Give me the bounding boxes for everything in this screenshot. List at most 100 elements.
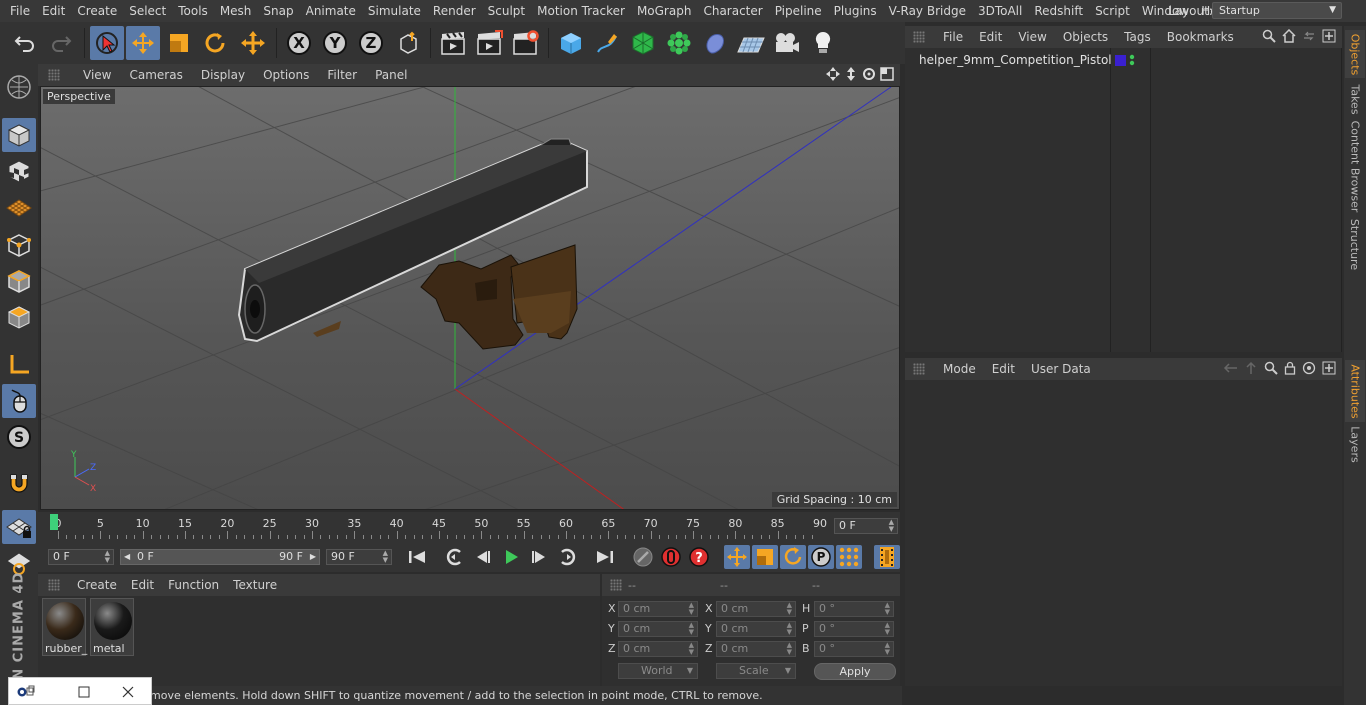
viewport-menu-panel[interactable]: Panel [366, 68, 416, 82]
menu-vray-bridge[interactable]: V-Ray Bridge [883, 0, 972, 22]
menu-animate[interactable]: Animate [300, 0, 362, 22]
object-menu-view[interactable]: View [1010, 30, 1054, 44]
stepper-icon[interactable]: ▲ ▼ [885, 642, 890, 656]
size-mode-dropdown[interactable]: Scale ▼ [716, 663, 796, 679]
new-panel-icon[interactable] [1322, 361, 1336, 375]
rotation-b-field[interactable]: 0 ° ▲ ▼ [814, 641, 894, 657]
current-frame-field[interactable]: 0 F ▲ ▼ [834, 518, 898, 534]
go-to-next-key-button[interactable] [554, 545, 580, 569]
viewport-menu-options[interactable]: Options [254, 68, 318, 82]
tab-attributes[interactable]: Attributes [1345, 360, 1365, 422]
perspective-viewport[interactable]: Y Z X Perspective Grid Spacing : 10 cm [40, 86, 900, 510]
menu-file[interactable]: File [4, 0, 36, 22]
object-menu-bookmarks[interactable]: Bookmarks [1159, 30, 1242, 44]
rotation-p-field[interactable]: 0 ° ▲ ▼ [814, 621, 894, 637]
rotation-h-field[interactable]: 0 ° ▲ ▼ [814, 601, 894, 617]
edges-mode-button[interactable] [2, 264, 36, 298]
stepper-icon[interactable]: ▲ ▼ [689, 642, 694, 656]
key-rotation-button[interactable] [780, 545, 806, 569]
stepper-icon[interactable]: ▲ ▼ [383, 550, 388, 564]
tab-layers[interactable]: Layers [1345, 424, 1365, 464]
menu-character[interactable]: Character [697, 0, 768, 22]
maximize-view-icon[interactable] [880, 67, 894, 81]
camera-button[interactable] [770, 26, 804, 60]
rotate-view-icon[interactable] [862, 67, 876, 81]
position-z-field[interactable]: 0 cm ▲ ▼ [618, 641, 698, 657]
panel-grip-icon[interactable] [913, 363, 925, 375]
object-menu-file[interactable]: File [935, 30, 971, 44]
position-y-field[interactable]: 0 cm ▲ ▼ [618, 621, 698, 637]
stepper-icon[interactable]: ▲ ▼ [889, 519, 894, 533]
z-axis-lock-button[interactable]: Z [354, 26, 388, 60]
viewport-menu-view[interactable]: View [74, 68, 120, 82]
tab-content-browser[interactable]: Content Browser [1345, 120, 1365, 212]
new-panel-icon[interactable] [1322, 29, 1336, 43]
make-editable-button[interactable] [2, 70, 36, 104]
undo-button[interactable] [8, 26, 42, 60]
start-frame-field[interactable]: 0 F ▲ ▼ [48, 549, 114, 565]
material-swatch-rubber[interactable]: rubber_ [42, 598, 87, 656]
viewport-menu-cameras[interactable]: Cameras [120, 68, 191, 82]
material-menu-function[interactable]: Function [161, 578, 226, 592]
size-x-field[interactable]: 0 cm ▲ ▼ [716, 601, 796, 617]
stepper-icon[interactable]: ▲ ▼ [885, 602, 890, 616]
back-arrow-icon[interactable] [1222, 361, 1238, 375]
x-axis-lock-button[interactable]: X [282, 26, 316, 60]
maximize-button[interactable] [75, 683, 93, 701]
menu-redshift[interactable]: Redshift [1028, 0, 1089, 22]
cube-primitive-button[interactable] [554, 26, 588, 60]
search-icon[interactable] [1262, 29, 1276, 43]
key-scale-button[interactable] [752, 545, 778, 569]
points-mode-button[interactable] [2, 228, 36, 262]
render-view-button[interactable] [436, 26, 470, 60]
preview-range-slider[interactable]: ◀ 0 F 90 F ▶ [120, 549, 320, 565]
menu-mograph[interactable]: MoGraph [631, 0, 698, 22]
axis-mode-button[interactable] [2, 348, 36, 382]
attribute-menu-edit[interactable]: Edit [984, 362, 1023, 376]
size-y-field[interactable]: 0 cm ▲ ▼ [716, 621, 796, 637]
autokeying-button[interactable] [658, 545, 684, 569]
menu-plugins[interactable]: Plugins [828, 0, 883, 22]
tab-takes[interactable]: Takes [1345, 80, 1365, 118]
menu-render[interactable]: Render [427, 0, 482, 22]
close-button[interactable] [119, 683, 137, 701]
go-to-start-button[interactable] [404, 545, 430, 569]
workplane-mode-button[interactable] [2, 190, 36, 224]
panel-grip-icon[interactable] [610, 579, 622, 591]
polygons-mode-button[interactable] [2, 300, 36, 334]
target-icon[interactable] [1302, 361, 1316, 375]
go-to-previous-key-button[interactable] [442, 545, 468, 569]
pan-view-icon[interactable] [826, 67, 840, 81]
end-frame-field[interactable]: 90 F ▲ ▼ [326, 549, 392, 565]
attribute-menu-user-data[interactable]: User Data [1023, 362, 1099, 376]
stepper-icon[interactable]: ▲ ▼ [105, 550, 110, 564]
home-icon[interactable] [1282, 29, 1296, 43]
render-settings-button[interactable] [508, 26, 542, 60]
up-arrow-icon[interactable] [1244, 361, 1258, 375]
play-forward-button[interactable] [498, 545, 524, 569]
texture-mode-button[interactable] [2, 154, 36, 188]
menu-mesh[interactable]: Mesh [214, 0, 258, 22]
material-menu-texture[interactable]: Texture [226, 578, 284, 592]
key-parameter-button[interactable]: P [808, 545, 834, 569]
solo-mode-button[interactable]: S [2, 420, 36, 454]
menu-create[interactable]: Create [71, 0, 123, 22]
position-x-field[interactable]: 0 cm ▲ ▼ [618, 601, 698, 617]
floor-button[interactable] [734, 26, 768, 60]
go-to-previous-frame-button[interactable] [470, 545, 496, 569]
menu-snap[interactable]: Snap [257, 0, 299, 22]
go-to-end-button[interactable] [592, 545, 618, 569]
record-active-objects-button[interactable] [630, 545, 656, 569]
object-menu-tags[interactable]: Tags [1116, 30, 1159, 44]
render-to-picture-viewer-button[interactable] [472, 26, 506, 60]
stepper-icon[interactable]: ▲ ▼ [787, 642, 792, 656]
viewport-menu-display[interactable]: Display [192, 68, 254, 82]
transform-tool-button[interactable] [236, 26, 270, 60]
y-axis-lock-button[interactable]: Y [318, 26, 352, 60]
object-row[interactable]: 0 helper_9mm_Competition_Pistol [905, 51, 1112, 69]
menu-select[interactable]: Select [123, 0, 172, 22]
material-swatch-metal[interactable]: metal [90, 598, 134, 656]
scale-tool-button[interactable] [162, 26, 196, 60]
redo-button[interactable] [44, 26, 78, 60]
locked-workplane-button[interactable] [2, 510, 36, 544]
